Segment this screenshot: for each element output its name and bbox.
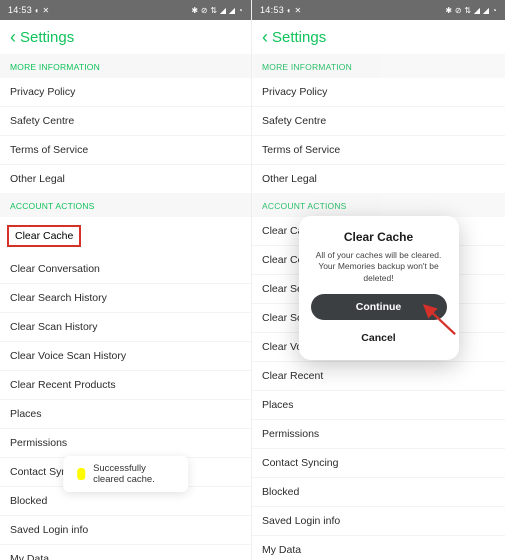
dialog-title: Clear Cache [311, 230, 447, 244]
row-safety-centre[interactable]: Safety Centre [0, 106, 251, 135]
toast-cleared-cache: Successfully cleared cache. [63, 456, 189, 492]
row-clear-recent-products[interactable]: Clear Recent Products [0, 370, 251, 399]
row-clear-voice-scan-history[interactable]: Clear Voice Scan History [0, 341, 251, 370]
row-clear-search-history[interactable]: Clear Search History [0, 283, 251, 312]
dialog-backdrop: Clear Cache All of your caches will be c… [252, 206, 505, 560]
page-title: Settings [272, 29, 326, 46]
continue-button[interactable]: Continue [311, 294, 447, 320]
screenshot-left: 14:53 ◐ ✕ ✱ ⊘ ⇅ ◢ ◢ ◔ ‹ Settings MORE IN… [0, 0, 252, 560]
row-privacy-policy[interactable]: Privacy Policy [0, 78, 251, 106]
section-more-information: MORE INFORMATION [252, 54, 505, 78]
dialog-body: All of your caches will be cleared. Your… [311, 250, 447, 284]
dialog-clear-cache: Clear Cache All of your caches will be c… [299, 216, 459, 360]
row-terms-of-service[interactable]: Terms of Service [252, 135, 505, 164]
section-account-actions: ACCOUNT ACTIONS [0, 193, 251, 217]
cancel-button[interactable]: Cancel [311, 326, 447, 350]
row-other-legal[interactable]: Other Legal [0, 164, 251, 193]
snapchat-ghost-icon [77, 468, 85, 480]
header: ‹ Settings [252, 20, 505, 54]
status-time: 14:53 ◐ ✕ [260, 5, 302, 15]
status-indicators: ✱ ⊘ ⇅ ◢ ◢ ◔ [445, 6, 497, 15]
status-bar: 14:53 ◐ ✕ ✱ ⊘ ⇅ ◢ ◢ ◔ [0, 0, 251, 20]
screenshot-right: 14:53 ◐ ✕ ✱ ⊘ ⇅ ◢ ◢ ◔ ‹ Settings MORE IN… [252, 0, 505, 560]
row-clear-conversation[interactable]: Clear Conversation [0, 255, 251, 283]
row-my-data[interactable]: My Data [0, 544, 251, 560]
row-places[interactable]: Places [0, 399, 251, 428]
row-safety-centre[interactable]: Safety Centre [252, 106, 505, 135]
row-privacy-policy[interactable]: Privacy Policy [252, 78, 505, 106]
row-clear-cache[interactable]: Clear Cache [0, 217, 251, 255]
highlight-clear-cache: Clear Cache [7, 225, 81, 247]
row-terms-of-service[interactable]: Terms of Service [0, 135, 251, 164]
row-clear-scan-history[interactable]: Clear Scan History [0, 312, 251, 341]
row-saved-login-info[interactable]: Saved Login info [0, 515, 251, 544]
row-permissions[interactable]: Permissions [0, 428, 251, 457]
status-time: 14:53 ◐ ✕ [8, 5, 50, 15]
toast-text: Successfully cleared cache. [93, 463, 174, 485]
row-other-legal[interactable]: Other Legal [252, 164, 505, 193]
back-icon[interactable]: ‹ [258, 27, 272, 48]
header: ‹ Settings [0, 20, 251, 54]
status-bar: 14:53 ◐ ✕ ✱ ⊘ ⇅ ◢ ◢ ◔ [252, 0, 505, 20]
back-icon[interactable]: ‹ [6, 27, 20, 48]
page-title: Settings [20, 29, 74, 46]
status-indicators: ✱ ⊘ ⇅ ◢ ◢ ◔ [191, 6, 243, 15]
section-more-information: MORE INFORMATION [0, 54, 251, 78]
